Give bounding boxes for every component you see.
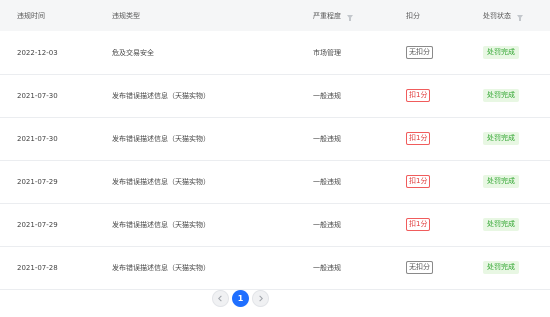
cell-time: 2021-07-30	[17, 117, 58, 160]
violation-time: 2021-07-29	[17, 177, 58, 186]
cell-status: 处罚完成	[483, 203, 519, 246]
violation-time: 2021-07-30	[17, 134, 58, 143]
points-badge: 无扣分	[406, 46, 433, 59]
cell-points: 扣1分	[406, 117, 431, 160]
status-badge: 处罚完成	[483, 218, 519, 231]
cell-severity: 一般违规	[313, 246, 341, 289]
violation-type: 发布错误描述信息（天猫实物）	[112, 263, 210, 272]
cell-points: 无扣分	[406, 246, 433, 289]
violation-time: 2021-07-30	[17, 91, 58, 100]
cell-points: 扣1分	[406, 203, 431, 246]
cell-type: 发布错误描述信息（天猫实物）	[112, 246, 210, 289]
chevron-left-icon	[218, 295, 222, 302]
status-badge: 处罚完成	[483, 46, 519, 59]
cell-points: 扣1分	[406, 160, 431, 203]
cell-status: 处罚完成	[483, 160, 519, 203]
prev-page-button[interactable]	[212, 290, 229, 307]
header-type: 违规类型	[112, 11, 140, 21]
header-points-label: 扣分	[406, 12, 420, 20]
cell-status: 处罚完成	[483, 246, 519, 289]
violation-time: 2021-07-28	[17, 263, 58, 272]
violation-time: 2021-07-29	[17, 220, 58, 229]
cell-status: 处罚完成	[483, 74, 519, 117]
violation-time: 2022-12-03	[17, 48, 58, 57]
cell-severity: 一般违规	[313, 203, 341, 246]
cell-type: 发布错误描述信息（天猫实物）	[112, 117, 210, 160]
filter-icon[interactable]	[347, 15, 353, 21]
violation-severity: 市场管理	[313, 48, 341, 57]
header-status-label: 处罚状态	[483, 12, 511, 20]
next-page-button[interactable]	[252, 290, 269, 307]
cell-time: 2021-07-30	[17, 74, 58, 117]
violation-severity: 一般违规	[313, 220, 341, 229]
violation-severity: 一般违规	[313, 177, 341, 186]
cell-time: 2021-07-29	[17, 203, 58, 246]
table-header: 违规时间 违规类型 严重程度 扣分 处罚状态	[0, 0, 550, 31]
pagination: 1	[0, 290, 550, 308]
status-badge: 处罚完成	[483, 132, 519, 145]
points-badge: 扣1分	[406, 89, 431, 102]
chevron-right-icon	[259, 295, 263, 302]
points-badge: 扣1分	[406, 175, 431, 188]
cell-type: 发布错误描述信息（天猫实物）	[112, 160, 210, 203]
cell-status: 处罚完成	[483, 117, 519, 160]
table-row: 2022-12-03 危及交易安全 市场管理 无扣分 处罚完成	[0, 31, 550, 75]
table-row: 2021-07-30 发布错误描述信息（天猫实物） 一般违规 扣1分 处罚完成	[0, 117, 550, 161]
violation-type: 危及交易安全	[112, 48, 154, 57]
page-1-button[interactable]: 1	[232, 290, 249, 307]
table-row: 2021-07-29 发布错误描述信息（天猫实物） 一般违规 扣1分 处罚完成	[0, 160, 550, 204]
cell-time: 2021-07-29	[17, 160, 58, 203]
points-badge: 扣1分	[406, 132, 431, 145]
violation-type: 发布错误描述信息（天猫实物）	[112, 134, 210, 143]
cell-type: 发布错误描述信息（天猫实物）	[112, 74, 210, 117]
cell-type: 危及交易安全	[112, 31, 154, 74]
violation-type: 发布错误描述信息（天猫实物）	[112, 91, 210, 100]
cell-points: 扣1分	[406, 74, 431, 117]
header-type-label: 违规类型	[112, 12, 140, 20]
page-number: 1	[237, 294, 244, 303]
header-status: 处罚状态	[483, 11, 523, 21]
table-row: 2021-07-28 发布错误描述信息（天猫实物） 一般违规 无扣分 处罚完成	[0, 246, 550, 290]
cell-severity: 一般违规	[313, 117, 341, 160]
violation-type: 发布错误描述信息（天猫实物）	[112, 220, 210, 229]
cell-points: 无扣分	[406, 31, 433, 74]
cell-time: 2021-07-28	[17, 246, 58, 289]
cell-severity: 市场管理	[313, 31, 341, 74]
header-time-label: 违规时间	[17, 12, 45, 20]
cell-type: 发布错误描述信息（天猫实物）	[112, 203, 210, 246]
points-badge: 扣1分	[406, 218, 431, 231]
status-badge: 处罚完成	[483, 175, 519, 188]
filter-icon[interactable]	[517, 15, 523, 21]
table-row: 2021-07-29 发布错误描述信息（天猫实物） 一般违规 扣1分 处罚完成	[0, 203, 550, 247]
points-badge: 无扣分	[406, 261, 433, 274]
header-time: 违规时间	[17, 11, 45, 21]
header-severity-label: 严重程度	[313, 12, 341, 20]
violation-severity: 一般违规	[313, 134, 341, 143]
cell-status: 处罚完成	[483, 31, 519, 74]
header-severity: 严重程度	[313, 11, 353, 21]
status-badge: 处罚完成	[483, 261, 519, 274]
violation-type: 发布错误描述信息（天猫实物）	[112, 177, 210, 186]
cell-severity: 一般违规	[313, 74, 341, 117]
table-row: 2021-07-30 发布错误描述信息（天猫实物） 一般违规 扣1分 处罚完成	[0, 74, 550, 118]
header-points: 扣分	[406, 11, 420, 21]
violation-severity: 一般违规	[313, 91, 341, 100]
violation-severity: 一般违规	[313, 263, 341, 272]
status-badge: 处罚完成	[483, 89, 519, 102]
cell-severity: 一般违规	[313, 160, 341, 203]
cell-time: 2022-12-03	[17, 31, 58, 74]
